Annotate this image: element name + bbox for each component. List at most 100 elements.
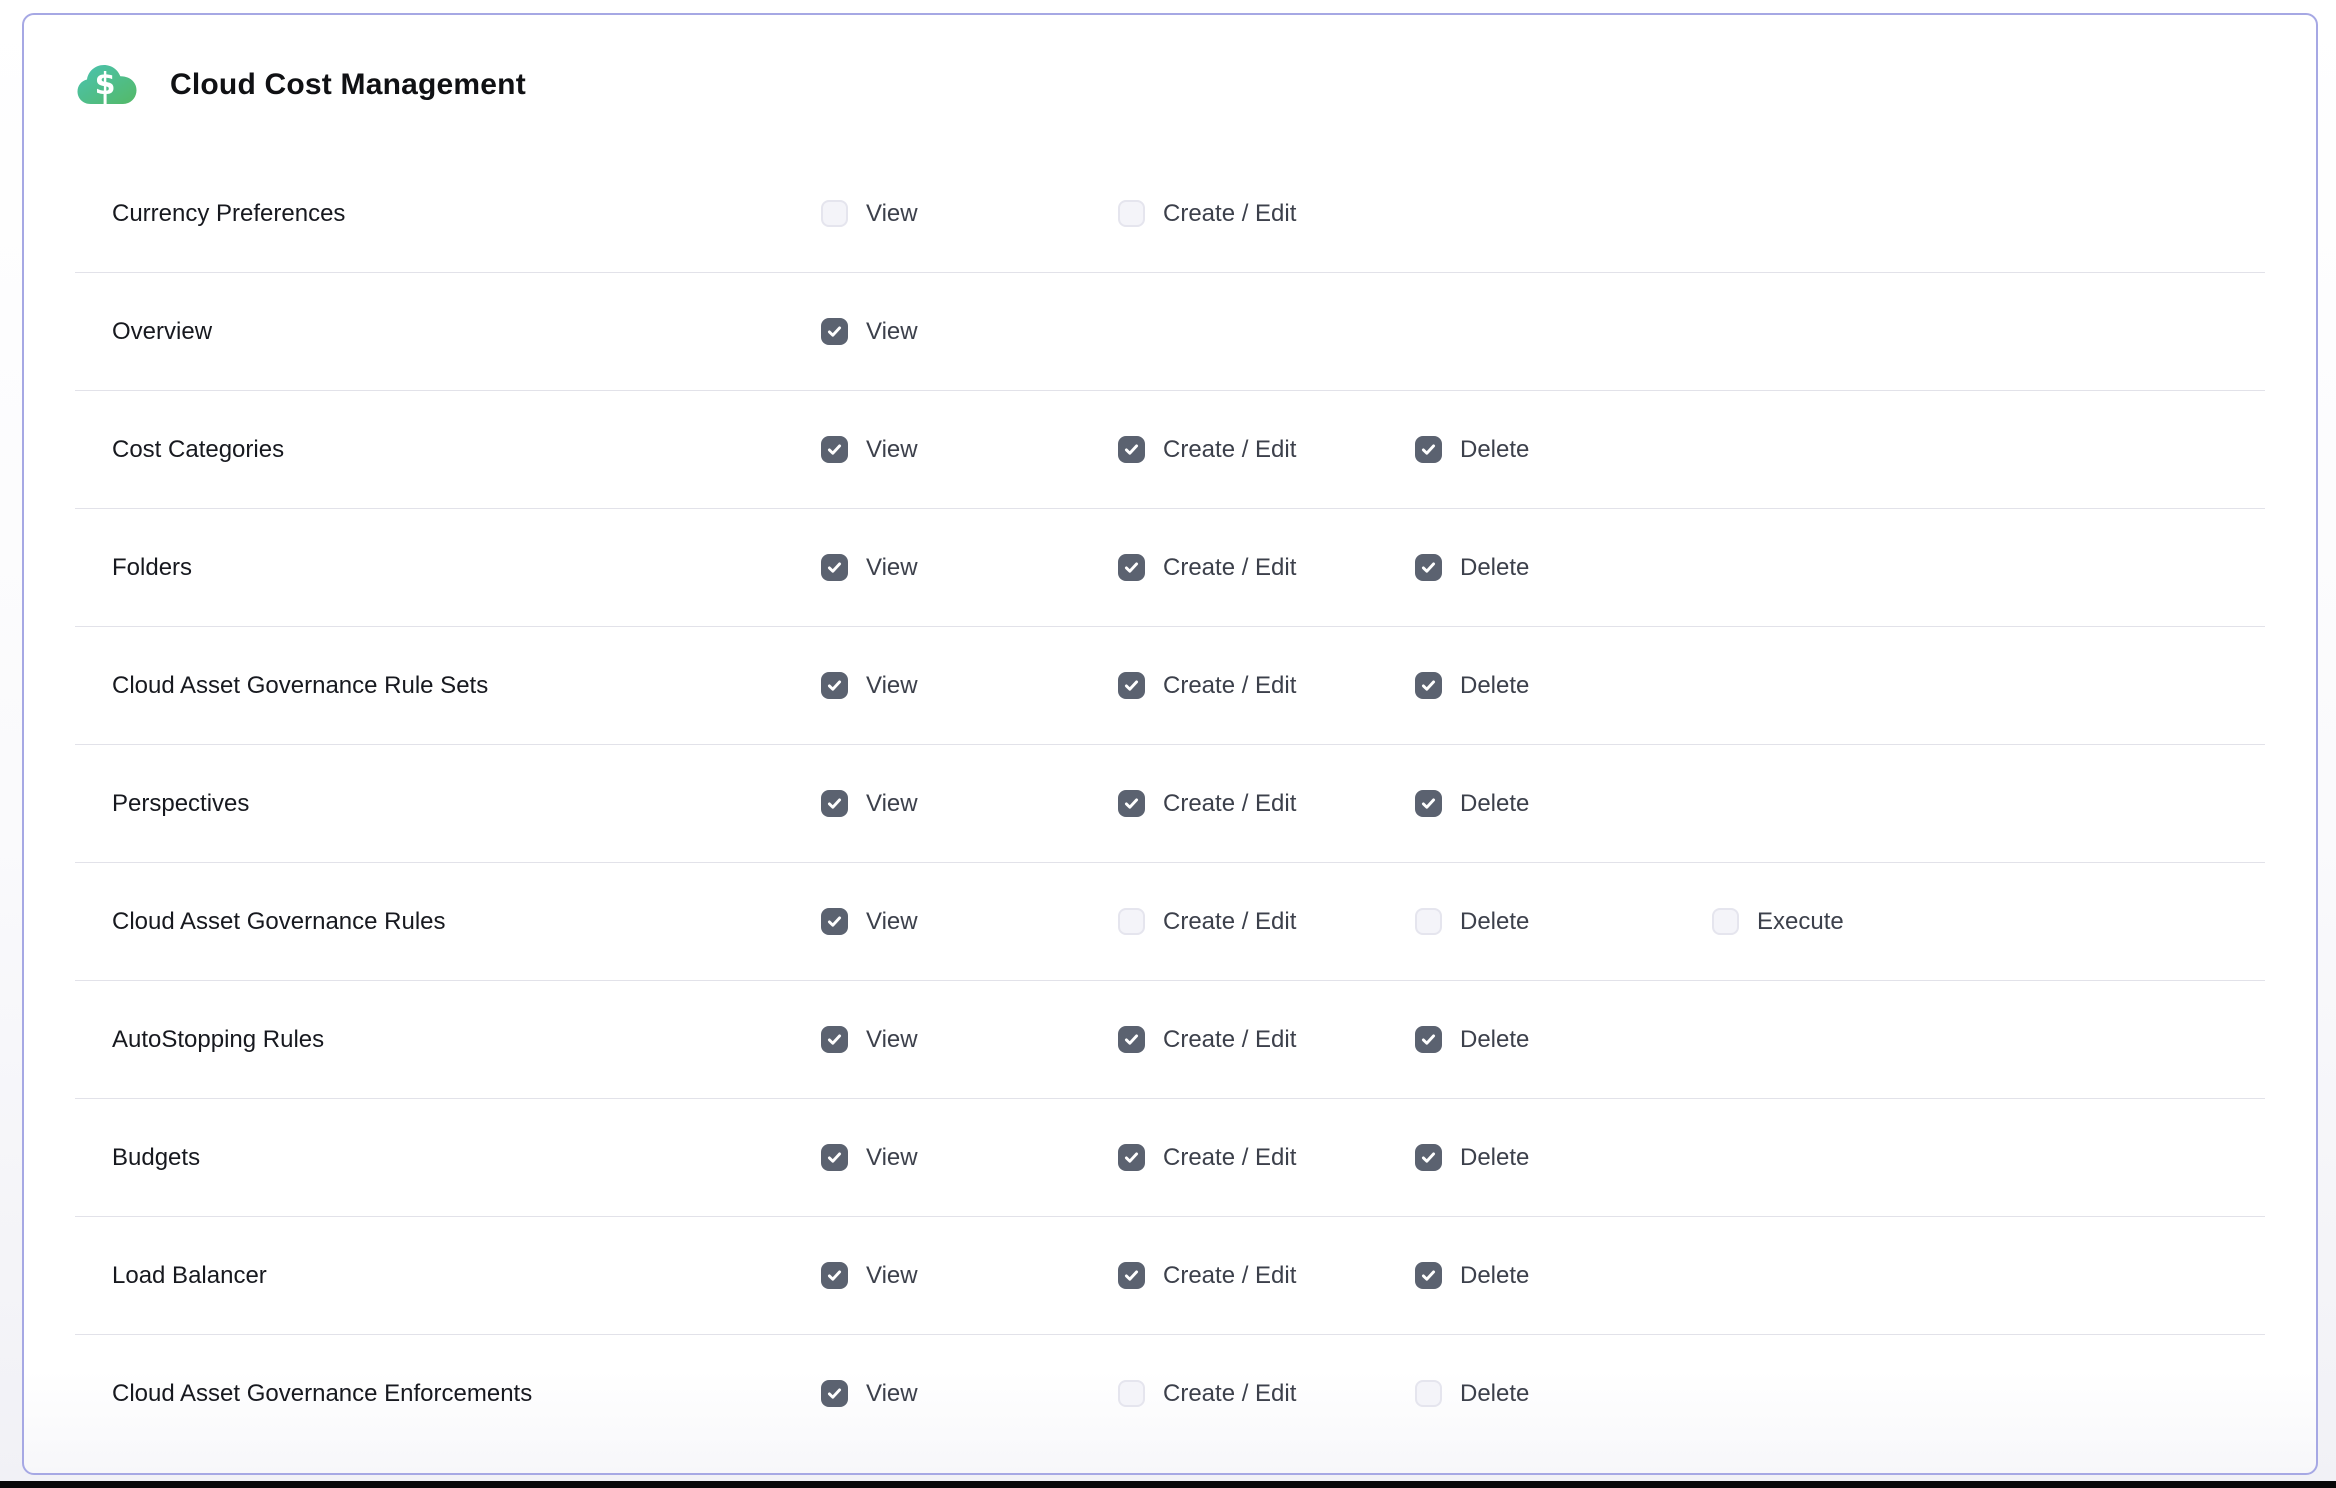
permission-row-folders: Folders ViewCreate / EditDelete [75,509,2265,627]
permission-cell-delete: Delete [1415,1026,1529,1054]
module-header: $ Cloud Cost Management [24,15,2316,155]
permissions-list: Currency Preferences ViewCreate / Edit O… [24,155,2316,1452]
permission-row-label: Overview [112,318,212,346]
checkbox-label-create-edit: Create / Edit [1163,1026,1296,1054]
checkbox-label-execute: Execute [1757,908,1844,936]
checkbox-delete-checked[interactable] [1415,790,1442,817]
permission-cell-create-edit: Create / Edit [1118,1026,1296,1054]
checkbox-create-edit-unchecked[interactable] [1118,1380,1145,1407]
checkbox-label-create-edit: Create / Edit [1163,200,1296,228]
checkbox-label-delete: Delete [1460,1380,1529,1408]
permission-cell-create-edit: Create / Edit [1118,1262,1296,1290]
permission-cell-create-edit: Create / Edit [1118,554,1296,582]
checkbox-label-create-edit: Create / Edit [1163,436,1296,464]
checkbox-view-checked[interactable] [821,790,848,817]
checkbox-delete-checked[interactable] [1415,436,1442,463]
page-title: Cloud Cost Management [170,68,526,102]
permissions-card: $ Cloud Cost Management Currency Prefere… [22,13,2318,1475]
permission-cell-create-edit: Create / Edit [1118,908,1296,936]
permission-cell-delete: Delete [1415,1144,1529,1172]
permission-cell-view: View [821,1262,918,1290]
checkbox-label-view: View [866,1026,918,1054]
checkbox-label-view: View [866,908,918,936]
permission-cell-delete: Delete [1415,1380,1529,1408]
checkbox-create-edit-unchecked[interactable] [1118,908,1145,935]
checkbox-view-checked[interactable] [821,318,848,345]
permission-cell-delete: Delete [1415,554,1529,582]
permission-row-label: Cloud Asset Governance Enforcements [112,1380,532,1408]
permission-row-label: Cloud Asset Governance Rule Sets [112,672,488,700]
permission-cell-view: View [821,672,918,700]
checkbox-delete-unchecked[interactable] [1415,1380,1442,1407]
checkbox-delete-checked[interactable] [1415,1144,1442,1171]
permission-cell-view: View [821,1380,918,1408]
checkbox-label-delete: Delete [1460,1262,1529,1290]
checkbox-label-create-edit: Create / Edit [1163,554,1296,582]
permission-row-autostopping-rules: AutoStopping Rules View Create / Edit Dele… [75,981,2265,1099]
permission-cell-delete: Delete [1415,908,1529,936]
permission-row-cloud-asset-governance-enforcements: Cloud Asset Governance Enforcements View… [75,1335,2265,1452]
permission-cell-create-edit: Create / Edit [1118,200,1296,228]
checkbox-label-create-edit: Create / Edit [1163,790,1296,818]
checkbox-create-edit-checked[interactable] [1118,554,1145,581]
checkbox-label-delete: Delete [1460,554,1529,582]
permission-row-label: Cloud Asset Governance Rules [112,908,446,936]
permission-row-cost-categories: Cost Categories ViewCreate / EditDelete [75,391,2265,509]
permission-row-perspectives: Perspectives View Create / Edit Delete [75,745,2265,863]
permission-row-budgets: Budgets View Create / Edit Delete [75,1099,2265,1217]
checkbox-view-checked[interactable] [821,554,848,581]
permission-row-label: Currency Preferences [112,200,345,228]
checkbox-label-delete: Delete [1460,1144,1529,1172]
permission-cell-execute: Execute [1712,908,1844,936]
permission-row-load-balancer: Load Balancer View Create / Edit Delete [75,1217,2265,1335]
checkbox-delete-checked[interactable] [1415,1026,1442,1053]
checkbox-create-edit-checked[interactable] [1118,672,1145,699]
checkbox-label-create-edit: Create / Edit [1163,672,1296,700]
permission-cell-delete: Delete [1415,1262,1529,1290]
checkbox-create-edit-checked[interactable] [1118,436,1145,463]
permission-row-label: Load Balancer [112,1262,267,1290]
checkbox-label-view: View [866,790,918,818]
checkbox-delete-checked[interactable] [1415,1262,1442,1289]
checkbox-label-view: View [866,436,918,464]
permission-cell-delete: Delete [1415,672,1529,700]
permission-cell-create-edit: Create / Edit [1118,1380,1296,1408]
permission-cell-view: View [821,436,918,464]
checkbox-delete-checked[interactable] [1415,554,1442,581]
checkbox-view-checked[interactable] [821,1026,848,1053]
checkbox-create-edit-unchecked[interactable] [1118,200,1145,227]
permission-cell-view: View [821,908,918,936]
permission-row-overview: Overview View [75,273,2265,391]
checkbox-label-delete: Delete [1460,790,1529,818]
checkbox-label-view: View [866,318,918,346]
checkbox-label-view: View [866,1380,918,1408]
permission-row-label: AutoStopping Rules [112,1026,324,1054]
checkbox-view-checked[interactable] [821,1144,848,1171]
checkbox-label-create-edit: Create / Edit [1163,1144,1296,1172]
checkbox-label-view: View [866,1144,918,1172]
permission-cell-view: View [821,790,918,818]
checkbox-view-unchecked[interactable] [821,200,848,227]
checkbox-create-edit-checked[interactable] [1118,1262,1145,1289]
checkbox-label-create-edit: Create / Edit [1163,908,1296,936]
checkbox-delete-checked[interactable] [1415,672,1442,699]
permission-cell-delete: Delete [1415,436,1529,464]
checkbox-create-edit-checked[interactable] [1118,1144,1145,1171]
checkbox-view-checked[interactable] [821,672,848,699]
checkbox-view-checked[interactable] [821,1380,848,1407]
checkbox-create-edit-checked[interactable] [1118,1026,1145,1053]
permission-row-label: Perspectives [112,790,249,818]
checkbox-create-edit-checked[interactable] [1118,790,1145,817]
checkbox-execute-unchecked[interactable] [1712,908,1739,935]
checkbox-view-checked[interactable] [821,908,848,935]
checkbox-label-view: View [866,1262,918,1290]
checkbox-view-checked[interactable] [821,1262,848,1289]
checkbox-label-delete: Delete [1460,436,1529,464]
checkbox-label-view: View [866,672,918,700]
permission-row-currency-preferences: Currency Preferences ViewCreate / Edit [75,155,2265,273]
permission-row-label: Budgets [112,1144,200,1172]
checkbox-view-checked[interactable] [821,436,848,463]
checkbox-label-delete: Delete [1460,908,1529,936]
checkbox-delete-unchecked[interactable] [1415,908,1442,935]
permission-row-label: Folders [112,554,192,582]
